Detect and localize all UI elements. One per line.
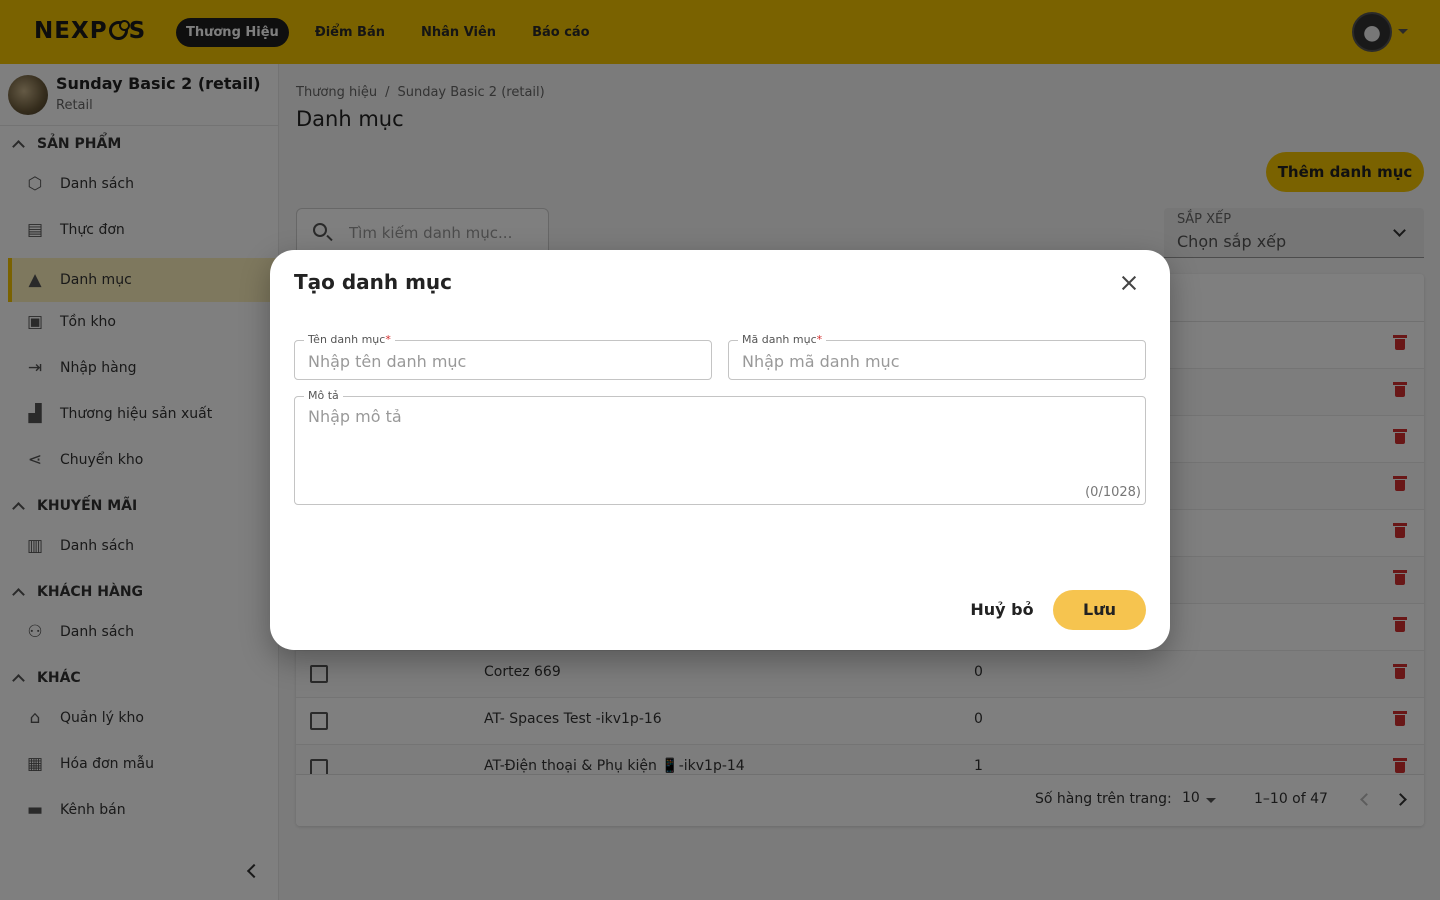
field-label: Mã danh mục* xyxy=(738,333,827,346)
required-mark: * xyxy=(816,333,823,346)
description-field[interactable]: Mô tả (0/1028) xyxy=(294,389,1146,505)
create-category-dialog: Tạo danh mục Tên danh mục* Mã danh mục* … xyxy=(270,250,1170,650)
required-mark: * xyxy=(385,333,391,346)
cancel-button[interactable]: Huỷ bỏ xyxy=(960,590,1044,630)
save-button[interactable]: Lưu xyxy=(1053,590,1146,630)
category-code-input[interactable] xyxy=(742,350,1132,372)
category-name-field[interactable]: Tên danh mục* xyxy=(294,333,712,380)
description-textarea[interactable] xyxy=(308,407,1128,477)
dialog-title: Tạo danh mục xyxy=(294,270,453,294)
label-text: Mã danh mục xyxy=(742,333,817,346)
character-counter: (0/1028) xyxy=(1085,485,1141,500)
close-icon[interactable] xyxy=(1118,272,1140,294)
label-text: Tên danh mục xyxy=(308,333,386,346)
field-label: Mô tả xyxy=(304,389,343,402)
field-label: Tên danh mục* xyxy=(304,333,395,346)
category-name-input[interactable] xyxy=(308,350,698,372)
category-code-field[interactable]: Mã danh mục* xyxy=(728,333,1146,380)
